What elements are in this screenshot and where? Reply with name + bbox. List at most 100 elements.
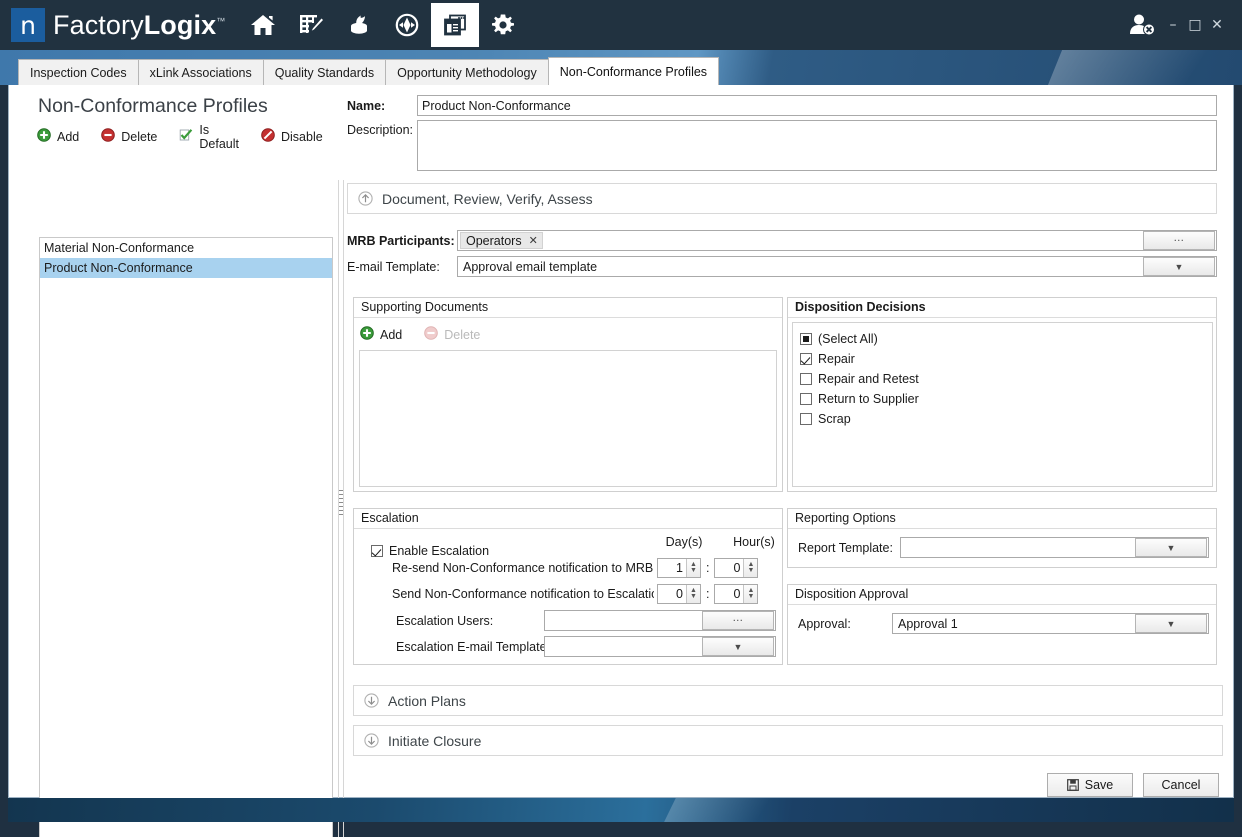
tab-inspection-codes[interactable]: Inspection Codes: [18, 59, 139, 85]
navigate-circle-icon[interactable]: [383, 3, 431, 47]
report-template-label: Report Template:: [798, 541, 893, 555]
chevron-down-icon[interactable]: ▼: [702, 637, 774, 656]
is-default-button[interactable]: Is Default: [179, 123, 239, 151]
escalation-days-spinner[interactable]: 0 ▲▼: [657, 584, 701, 604]
escalation-separator: :: [706, 561, 709, 575]
profiles-list[interactable]: Material Non-Conformance Product Non-Con…: [39, 237, 333, 837]
form-action-buttons: Save Cancel: [1047, 773, 1219, 797]
escalation-email-template-select[interactable]: ▼: [544, 636, 776, 657]
escalation-hours-spinner[interactable]: 0 ▲▼: [714, 558, 758, 578]
maximize-button[interactable]: □: [1184, 10, 1206, 40]
escalation-days-spinner[interactable]: 1 ▲▼: [657, 558, 701, 578]
disposition-option-scrap[interactable]: Scrap: [800, 409, 1212, 429]
nav-icon-bar: [239, 0, 527, 50]
checkbox-checked-icon[interactable]: [800, 353, 812, 365]
spinner-arrows-icon[interactable]: ▲▼: [686, 559, 700, 577]
profiles-panel: Non-Conformance Profiles Add: [31, 95, 331, 148]
delete-profile-label: Delete: [121, 130, 157, 144]
tab-xlink-associations[interactable]: xLink Associations: [138, 59, 264, 85]
window-footer: [8, 798, 1234, 822]
add-circle-icon: [37, 128, 51, 147]
close-icon[interactable]: ✕: [529, 234, 538, 247]
brand-prefix: Factory: [53, 10, 144, 40]
supporting-documents-title: Supporting Documents: [354, 298, 782, 318]
disable-profile-button[interactable]: Disable: [261, 128, 323, 147]
escalation-hours-value: 0: [715, 585, 743, 603]
add-document-button[interactable]: Add: [360, 326, 402, 345]
chevron-down-icon[interactable]: ▼: [1135, 614, 1207, 633]
section-document-label: Document, Review, Verify, Assess: [382, 191, 593, 207]
tab-quality-standards[interactable]: Quality Standards: [263, 59, 386, 85]
checkbox-unchecked-icon[interactable]: [800, 413, 812, 425]
enable-escalation-checkbox-row[interactable]: Enable Escalation: [371, 541, 489, 561]
chevron-down-icon[interactable]: ▼: [1135, 538, 1207, 557]
minimize-button[interactable]: –: [1162, 10, 1184, 40]
reporting-options-group: Reporting Options Report Template: ▼: [787, 508, 1217, 568]
escalation-hours-column-header: Hour(s): [724, 535, 784, 549]
supporting-documents-list[interactable]: [359, 350, 777, 487]
grid-edit-icon[interactable]: [287, 3, 335, 47]
tabstrip-highlight: [1034, 50, 1242, 85]
checkbox-unchecked-icon[interactable]: [800, 393, 812, 405]
home-icon[interactable]: [239, 3, 287, 47]
escalation-hours-spinner[interactable]: 0 ▲▼: [714, 584, 758, 604]
tab-non-conformance-profiles[interactable]: Non-Conformance Profiles: [548, 57, 719, 85]
disposition-option-select-all[interactable]: (Select All): [800, 329, 1212, 349]
disposition-decisions-list[interactable]: (Select All) Repair Repair and Retest Re…: [792, 322, 1213, 487]
tab-opportunity-methodology[interactable]: Opportunity Methodology: [385, 59, 549, 85]
chevron-down-icon[interactable]: ▼: [1143, 257, 1215, 276]
close-button[interactable]: ✕: [1206, 10, 1228, 40]
add-profile-label: Add: [57, 130, 79, 144]
section-initiate-closure[interactable]: Initiate Closure: [353, 725, 1223, 756]
windows-icon[interactable]: [431, 3, 479, 47]
supporting-documents-command-bar: Add Delete: [360, 324, 782, 346]
save-button[interactable]: Save: [1047, 773, 1133, 797]
disposition-option-repair-and-retest[interactable]: Repair and Retest: [800, 369, 1212, 389]
spinner-arrows-icon[interactable]: ▲▼: [743, 559, 757, 577]
description-input[interactable]: [417, 120, 1217, 171]
report-template-select[interactable]: ▼: [900, 537, 1209, 558]
gear-icon[interactable]: [479, 3, 527, 47]
approval-select[interactable]: Approval 1 ▼: [892, 613, 1209, 634]
escalation-row-label: Send Non-Conformance notification to Esc…: [392, 587, 654, 601]
pane-splitter[interactable]: [338, 180, 344, 837]
list-item[interactable]: Product Non-Conformance: [40, 258, 332, 278]
circle-down-arrow-icon: [364, 733, 379, 748]
mrb-participants-browse-button[interactable]: …: [1143, 231, 1215, 250]
escalation-users-picker[interactable]: …: [544, 610, 776, 631]
checkbox-checked-icon[interactable]: [371, 545, 383, 557]
delete-profile-button[interactable]: Delete: [101, 128, 157, 147]
disposition-option-return-to-supplier[interactable]: Return to Supplier: [800, 389, 1212, 409]
save-label: Save: [1085, 778, 1114, 792]
disposition-option-repair[interactable]: Repair: [800, 349, 1212, 369]
checkbox-unchecked-icon[interactable]: [800, 373, 812, 385]
section-initiate-closure-label: Initiate Closure: [388, 733, 481, 749]
add-profile-button[interactable]: Add: [37, 128, 79, 147]
email-template-row: E-mail Template: Approval email template…: [347, 256, 1227, 277]
escalation-days-value: 0: [658, 585, 686, 603]
mrb-participant-token[interactable]: Operators ✕: [460, 232, 543, 249]
add-circle-icon: [360, 326, 374, 345]
name-input[interactable]: [417, 95, 1217, 116]
spinner-arrows-icon[interactable]: ▲▼: [743, 585, 757, 603]
section-document-review-verify-assess[interactable]: Document, Review, Verify, Assess: [347, 183, 1217, 214]
page-title: Non-Conformance Profiles: [38, 95, 331, 118]
escalation-users-browse-button[interactable]: …: [702, 611, 774, 630]
circle-down-arrow-icon: [364, 693, 379, 708]
data-bird-icon[interactable]: [335, 3, 383, 47]
brand-trademark: ™: [216, 16, 225, 26]
escalation-users-label: Escalation Users:: [396, 614, 493, 628]
mrb-participants-picker[interactable]: Operators ✕ …: [457, 230, 1217, 251]
delete-document-button[interactable]: Delete: [424, 326, 480, 345]
cancel-button[interactable]: Cancel: [1143, 773, 1219, 797]
email-template-select[interactable]: Approval email template ▼: [457, 256, 1217, 277]
tab-list: Inspection Codes xLink Associations Qual…: [18, 57, 718, 85]
user-logged-out-icon[interactable]: [1122, 8, 1162, 42]
checkbox-indeterminate-icon[interactable]: [800, 333, 812, 345]
splitter-grip: [339, 490, 343, 518]
delete-document-label: Delete: [444, 328, 480, 342]
list-item[interactable]: Material Non-Conformance: [40, 238, 332, 258]
section-action-plans[interactable]: Action Plans: [353, 685, 1223, 716]
spinner-arrows-icon[interactable]: ▲▼: [686, 585, 700, 603]
delete-circle-icon: [101, 128, 115, 147]
